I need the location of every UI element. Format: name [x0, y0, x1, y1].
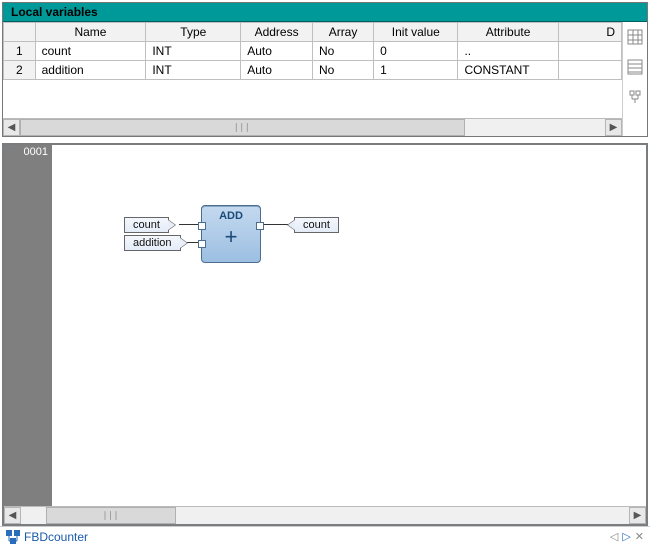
- function-block-add[interactable]: ADD +: [201, 205, 261, 263]
- col-array[interactable]: Array: [312, 23, 373, 42]
- cell-rownum: 2: [4, 61, 36, 80]
- block-pin[interactable]: [198, 240, 206, 248]
- scroll-thumb[interactable]: ∣∣∣: [46, 507, 176, 524]
- col-rownum[interactable]: [4, 23, 36, 42]
- cell-name[interactable]: count: [35, 42, 146, 61]
- scroll-left-button[interactable]: ◀: [4, 507, 21, 524]
- cell-array[interactable]: No: [312, 61, 373, 80]
- status-controls: ◁ ▷ ✕: [610, 530, 644, 543]
- editor-hscroll[interactable]: ◀ ∣∣∣ ▶: [4, 506, 646, 524]
- cell-address[interactable]: Auto: [241, 61, 313, 80]
- variable-input[interactable]: count: [124, 217, 169, 233]
- cell-attribute[interactable]: ..: [458, 42, 558, 61]
- cell-name[interactable]: addition: [35, 61, 146, 80]
- close-button[interactable]: ✕: [635, 530, 644, 543]
- block-pin[interactable]: [256, 222, 264, 230]
- scroll-right-button[interactable]: ▶: [605, 119, 622, 136]
- table-row[interactable]: 2 addition INT Auto No 1 CONSTANT: [4, 61, 622, 80]
- next-button[interactable]: ▷: [622, 530, 630, 543]
- prev-button[interactable]: ◁: [610, 530, 618, 543]
- col-address[interactable]: Address: [241, 23, 313, 42]
- scroll-grip-icon: ∣∣∣: [234, 122, 251, 133]
- block-title: ADD: [202, 210, 260, 222]
- program-name[interactable]: FBDcounter: [24, 530, 88, 544]
- cell-address[interactable]: Auto: [241, 42, 313, 61]
- col-last[interactable]: D: [558, 23, 621, 42]
- editor-gutter: 0001: [4, 145, 52, 506]
- status-bar: FBDcounter ◁ ▷ ✕: [0, 526, 650, 546]
- block-pin[interactable]: [198, 222, 206, 230]
- cell-array[interactable]: No: [312, 42, 373, 61]
- cell-initvalue[interactable]: 0: [374, 42, 458, 61]
- fbd-icon: [6, 530, 20, 544]
- variable-label: count: [303, 219, 330, 231]
- scroll-thumb[interactable]: ∣∣∣: [20, 119, 465, 136]
- cell-last[interactable]: [558, 61, 621, 80]
- variables-panel: Local variables: [2, 2, 648, 137]
- scroll-track[interactable]: ∣∣∣: [20, 119, 605, 136]
- list-view-icon[interactable]: [623, 55, 647, 79]
- variable-output[interactable]: count: [294, 217, 339, 233]
- col-attribute[interactable]: Attribute: [458, 23, 558, 42]
- cell-attribute[interactable]: CONSTANT: [458, 61, 558, 80]
- scroll-left-button[interactable]: ◀: [3, 119, 20, 136]
- table-row[interactable]: 1 count INT Auto No 0 ..: [4, 42, 622, 61]
- plus-icon: +: [202, 226, 260, 248]
- scroll-grip-icon: ∣∣∣: [103, 510, 120, 521]
- variables-table[interactable]: Name Type Address Array Init value Attri…: [3, 22, 622, 80]
- variable-label: count: [133, 219, 160, 231]
- editor-canvas[interactable]: count addition ADD + co: [52, 145, 646, 325]
- col-type[interactable]: Type: [146, 23, 241, 42]
- rung-number: 0001: [4, 145, 52, 159]
- cell-type[interactable]: INT: [146, 42, 241, 61]
- scroll-right-button[interactable]: ▶: [629, 507, 646, 524]
- block-view-icon[interactable]: [623, 85, 647, 109]
- cell-initvalue[interactable]: 1: [374, 61, 458, 80]
- variable-input[interactable]: addition: [124, 235, 181, 251]
- cell-type[interactable]: INT: [146, 61, 241, 80]
- col-initvalue[interactable]: Init value: [374, 23, 458, 42]
- wire: [260, 224, 290, 225]
- cell-rownum: 1: [4, 42, 36, 61]
- variables-hscroll[interactable]: ◀ ∣∣∣ ▶: [3, 118, 622, 136]
- scroll-track[interactable]: ∣∣∣: [21, 507, 629, 524]
- variables-side-tools: [622, 22, 647, 136]
- table-header-row: Name Type Address Array Init value Attri…: [4, 23, 622, 42]
- grid-view-icon[interactable]: [623, 25, 647, 49]
- variables-panel-title: Local variables: [3, 3, 647, 22]
- cell-last[interactable]: [558, 42, 621, 61]
- col-name[interactable]: Name: [35, 23, 146, 42]
- editor-panel: 0001 count addition: [2, 143, 648, 526]
- variable-label: addition: [133, 237, 172, 249]
